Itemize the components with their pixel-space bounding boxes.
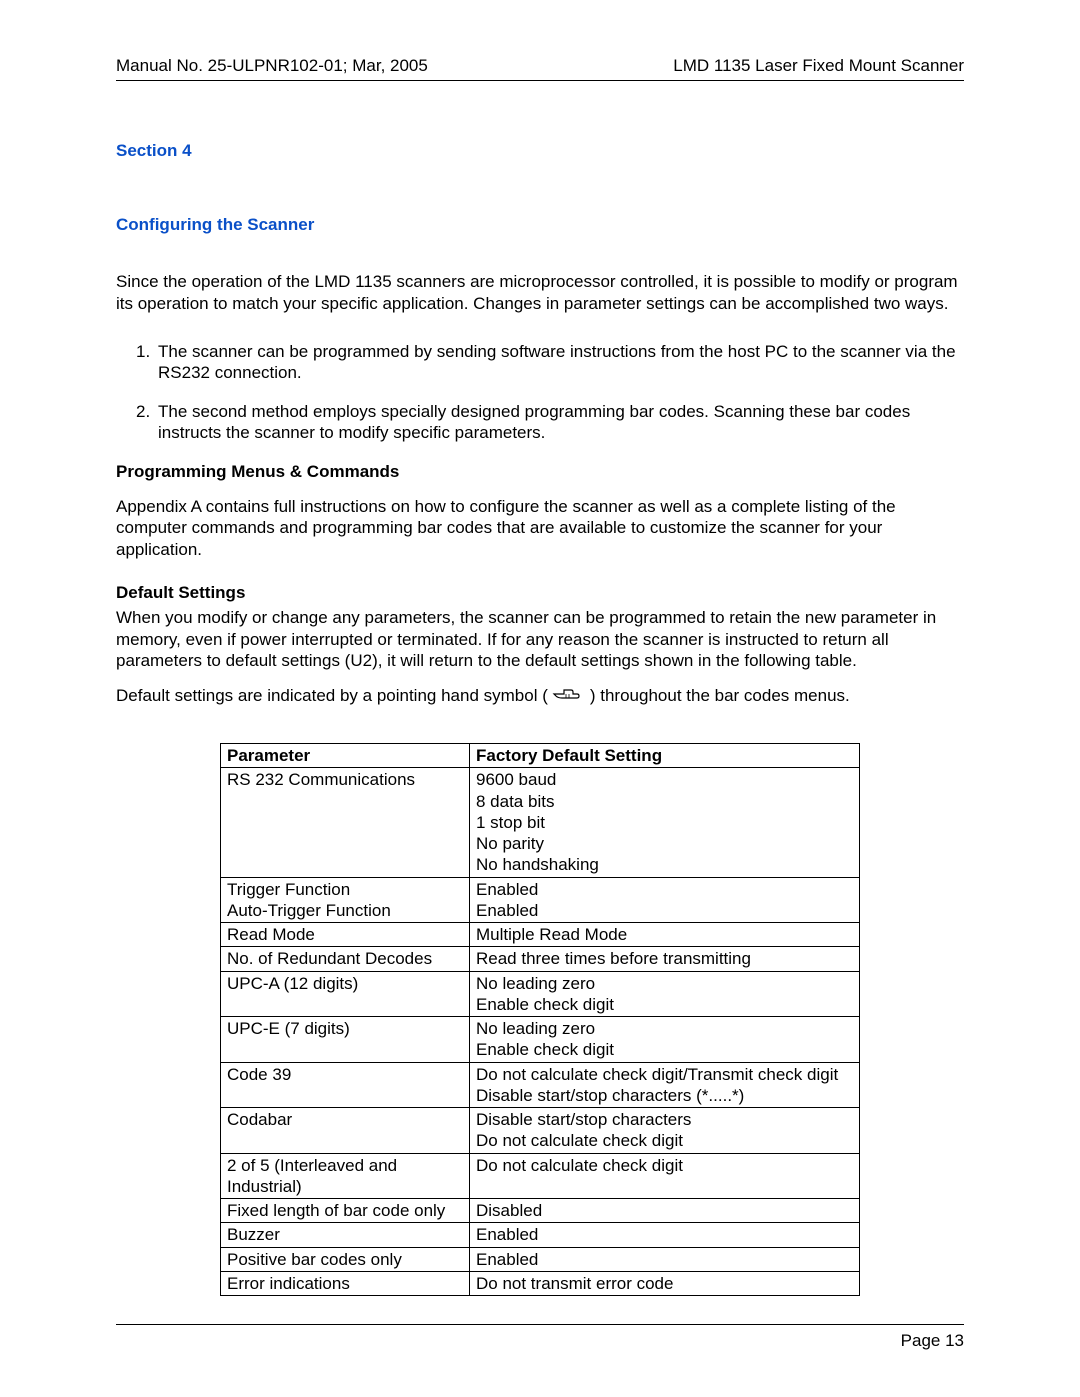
list-text: The scanner can be programmed by sending… bbox=[158, 341, 964, 384]
list-number: 1. bbox=[136, 341, 158, 384]
cell-parameter: Trigger FunctionAuto-Trigger Function bbox=[221, 877, 470, 923]
list-text: The second method employs specially desi… bbox=[158, 401, 964, 444]
cell-parameter: Fixed length of bar code only bbox=[221, 1199, 470, 1223]
hand-symbol-line: Default settings are indicated by a poin… bbox=[116, 684, 964, 707]
cell-parameter: Error indications bbox=[221, 1271, 470, 1295]
cell-default: Enabled bbox=[470, 1223, 860, 1247]
menus-heading: Programming Menus & Commands bbox=[116, 462, 964, 482]
cell-default: No leading zeroEnable check digit bbox=[470, 971, 860, 1017]
table-row: UPC-E (7 digits)No leading zeroEnable ch… bbox=[221, 1017, 860, 1063]
list-item: 1. The scanner can be programmed by send… bbox=[136, 341, 964, 384]
section-label: Section 4 bbox=[116, 141, 964, 161]
cell-parameter: RS 232 Communications bbox=[221, 768, 470, 877]
table-row: CodabarDisable start/stop charactersDo n… bbox=[221, 1108, 860, 1154]
cell-parameter: Read Mode bbox=[221, 923, 470, 947]
cell-default: Do not transmit error code bbox=[470, 1271, 860, 1295]
cell-default: Read three times before transmitting bbox=[470, 947, 860, 971]
table-row: No. of Redundant DecodesRead three times… bbox=[221, 947, 860, 971]
cell-parameter: Buzzer bbox=[221, 1223, 470, 1247]
intro-paragraph: Since the operation of the LMD 1135 scan… bbox=[116, 271, 964, 315]
list-item: 2. The second method employs specially d… bbox=[136, 401, 964, 444]
table-row: Read ModeMultiple Read Mode bbox=[221, 923, 860, 947]
col-header-default: Factory Default Setting bbox=[470, 744, 860, 768]
table-row: Trigger FunctionAuto-Trigger FunctionEna… bbox=[221, 877, 860, 923]
table-row: Positive bar codes onlyEnabled bbox=[221, 1247, 860, 1271]
list-number: 2. bbox=[136, 401, 158, 444]
cell-parameter: Codabar bbox=[221, 1108, 470, 1154]
cell-default: EnabledEnabled bbox=[470, 877, 860, 923]
cell-default: Multiple Read Mode bbox=[470, 923, 860, 947]
header-left: Manual No. 25-ULPNR102-01; Mar, 2005 bbox=[116, 56, 428, 76]
cell-default: Enabled bbox=[470, 1247, 860, 1271]
table-row: 2 of 5 (Interleaved and Industrial)Do no… bbox=[221, 1153, 860, 1199]
table-row: Error indicationsDo not transmit error c… bbox=[221, 1271, 860, 1295]
cell-default: Do not calculate check digit bbox=[470, 1153, 860, 1199]
cell-default: Disable start/stop charactersDo not calc… bbox=[470, 1108, 860, 1154]
defaults-table-wrap: Parameter Factory Default Setting RS 232… bbox=[116, 743, 964, 1296]
cell-parameter: Positive bar codes only bbox=[221, 1247, 470, 1271]
table-row: Fixed length of bar code onlyDisabled bbox=[221, 1199, 860, 1223]
page-header: Manual No. 25-ULPNR102-01; Mar, 2005 LMD… bbox=[116, 56, 964, 81]
defaults-table: Parameter Factory Default Setting RS 232… bbox=[220, 743, 860, 1296]
cell-parameter: Code 39 bbox=[221, 1062, 470, 1108]
cell-default: Do not calculate check digit/Transmit ch… bbox=[470, 1062, 860, 1108]
section-title: Configuring the Scanner bbox=[116, 215, 964, 235]
numbered-list: 1. The scanner can be programmed by send… bbox=[116, 341, 964, 444]
table-row: UPC-A (12 digits)No leading zeroEnable c… bbox=[221, 971, 860, 1017]
page-footer: Page 13 bbox=[116, 1331, 964, 1351]
table-row: RS 232 Communications9600 baud8 data bit… bbox=[221, 768, 860, 877]
col-header-parameter: Parameter bbox=[221, 744, 470, 768]
table-row: BuzzerEnabled bbox=[221, 1223, 860, 1247]
cell-default: No leading zeroEnable check digit bbox=[470, 1017, 860, 1063]
cell-default: 9600 baud8 data bits1 stop bitNo parityN… bbox=[470, 768, 860, 877]
table-body: RS 232 Communications9600 baud8 data bit… bbox=[221, 768, 860, 1296]
cell-parameter: UPC-E (7 digits) bbox=[221, 1017, 470, 1063]
hand-line-post: ) throughout the bar codes menus. bbox=[590, 686, 850, 706]
pointing-hand-icon bbox=[552, 684, 586, 707]
defaults-heading: Default Settings bbox=[116, 583, 964, 603]
hand-line-pre: Default settings are indicated by a poin… bbox=[116, 686, 548, 706]
table-row: Code 39Do not calculate check digit/Tran… bbox=[221, 1062, 860, 1108]
cell-parameter: 2 of 5 (Interleaved and Industrial) bbox=[221, 1153, 470, 1199]
cell-parameter: UPC-A (12 digits) bbox=[221, 971, 470, 1017]
table-header-row: Parameter Factory Default Setting bbox=[221, 744, 860, 768]
footer-rule bbox=[116, 1324, 964, 1325]
cell-default: Disabled bbox=[470, 1199, 860, 1223]
defaults-paragraph: When you modify or change any parameters… bbox=[116, 607, 964, 672]
header-right: LMD 1135 Laser Fixed Mount Scanner bbox=[673, 56, 964, 76]
menus-paragraph: Appendix A contains full instructions on… bbox=[116, 496, 964, 561]
cell-parameter: No. of Redundant Decodes bbox=[221, 947, 470, 971]
page-number: Page 13 bbox=[901, 1331, 964, 1351]
document-page: Manual No. 25-ULPNR102-01; Mar, 2005 LMD… bbox=[0, 0, 1080, 1397]
